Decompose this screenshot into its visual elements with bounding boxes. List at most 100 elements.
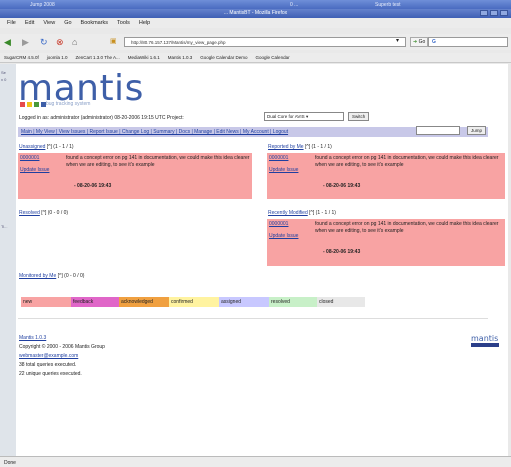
footer: Mantis 1.0.3 Copyright © 2000 - 2006 Man… [19, 334, 105, 379]
logo-dot [27, 102, 32, 107]
menu-go[interactable]: Go [64, 20, 71, 26]
monitored-count: [^] (0 - 0 / 0) [57, 273, 85, 279]
desktop-left-edge: Se x 0 Ti... [0, 64, 16, 456]
legend-new: new [21, 297, 71, 307]
bookmark-item[interactable]: ZenCart 1.3.0 The A... [76, 55, 120, 60]
logo-tagline: bug tracking system [46, 101, 91, 107]
modified-count: [^] (1 - 1 / 1) [309, 210, 336, 216]
jump-button[interactable]: Jump [467, 126, 487, 135]
queries-executed: 38 total queries executed. [19, 362, 77, 368]
webmaster-email-link[interactable]: webmaster@example.com [19, 352, 105, 361]
logo-dot [20, 102, 25, 107]
edge-text: Se [1, 70, 6, 75]
project-select[interactable]: Dual Core for AVIS ▾ [264, 112, 344, 121]
maximize-icon[interactable] [490, 10, 498, 16]
bookmark-item[interactable]: MediaWiki 1.6.1 [128, 55, 160, 60]
monitored-title[interactable]: Monitored by Me [19, 273, 56, 279]
menu-bookmarks[interactable]: Bookmarks [81, 20, 109, 26]
menu-file[interactable]: File [7, 20, 16, 26]
reported-count: [^] (1 - 1 / 1) [304, 144, 332, 150]
login-info: Logged in as: administrator (administrat… [19, 115, 184, 121]
footer-divider [18, 318, 488, 319]
mantis-footer-logo[interactable]: mantis [471, 334, 499, 348]
nav-links[interactable]: Main | My View | View Issues | Report Is… [21, 129, 288, 135]
update-issue-link[interactable]: Update Issue [269, 233, 298, 239]
status-legend: new feedback acknowledged confirmed assi… [21, 297, 365, 307]
legend-resolved: resolved [269, 297, 317, 307]
window-title: ... MantisBT - Mozilla Firefox [223, 10, 288, 16]
issue-id-link[interactable]: 0000001 [269, 221, 288, 227]
issue-id-link[interactable]: 0000001 [269, 155, 288, 161]
menu-help[interactable]: Help [139, 20, 150, 26]
copyright: Copyright © 2000 - 2006 Mantis Group [19, 344, 105, 350]
status-bar: Done [0, 456, 511, 467]
bookmark-item[interactable]: SugarCRM 4.5.0f [4, 55, 39, 60]
menu-edit[interactable]: Edit [25, 20, 34, 26]
bookmark-item[interactable]: joomla 1.0 [47, 55, 68, 60]
resolved-header: Resolved [^] (0 - 0 / 0) [19, 210, 68, 216]
url-dropdown-icon[interactable]: ▾ [396, 37, 399, 44]
footer-logo-word: mantis [471, 334, 499, 343]
go-label: Go [418, 39, 426, 45]
unassigned-issue-row: 0000001 Update Issue found a concept err… [18, 153, 252, 199]
issue-date: - 08-20-06 19:43 [74, 183, 112, 189]
monitored-header: Monitored by Me [^] (0 - 0 / 0) [19, 273, 84, 279]
stop-icon[interactable]: ⊗ [56, 37, 64, 47]
bookmark-item[interactable]: Mantis 1.0.3 [168, 55, 193, 60]
issue-summary[interactable]: found a concept error on pg 141 in docum… [315, 221, 501, 235]
page-content: mantis bug tracking system Logged in as:… [16, 64, 508, 456]
reported-issue-row: 0000001 Update Issue found a concept err… [267, 153, 505, 199]
close-icon[interactable] [500, 10, 508, 16]
issue-date: - 08-20-06 19:43 [323, 249, 361, 255]
unique-queries: 22 unique queries executed. [19, 371, 82, 377]
previous-window-strip: Jump 2008 0 ... Superb test [0, 0, 511, 9]
back-icon[interactable]: ◀ [4, 37, 11, 47]
minimize-icon[interactable] [480, 10, 488, 16]
status-text: Done [4, 460, 16, 466]
modified-title[interactable]: Recently Modified [268, 210, 308, 216]
page-icon: ▣ [110, 38, 117, 45]
home-icon[interactable]: ⌂ [72, 37, 77, 47]
switch-button[interactable]: Switch [348, 112, 370, 121]
logo-dots [20, 102, 46, 107]
prev-strip-item: Jump 2008 [30, 2, 55, 8]
reported-header: Reported by Me [^] (1 - 1 / 1) [268, 144, 332, 150]
update-issue-link[interactable]: Update Issue [269, 167, 298, 173]
reload-icon[interactable]: ↻ [40, 37, 48, 47]
go-button[interactable]: ➜ Go [410, 37, 429, 47]
google-icon: G [432, 39, 436, 45]
edge-text: Ti... [1, 224, 8, 229]
search-input[interactable]: G [428, 37, 508, 47]
update-issue-link[interactable]: Update Issue [20, 167, 49, 173]
legend-acknowledged: acknowledged [119, 297, 169, 307]
edge-text: x 0 [1, 77, 7, 82]
reported-title[interactable]: Reported by Me [268, 144, 304, 150]
go-arrow-icon: ➜ [413, 39, 418, 45]
issue-summary[interactable]: found a concept error on pg 141 in docum… [66, 155, 250, 169]
jump-issue-input[interactable] [416, 126, 460, 135]
forward-icon[interactable]: ▶ [22, 37, 29, 47]
issue-summary[interactable]: found a concept error on pg 141 in docum… [315, 155, 501, 169]
window-title-bar[interactable]: ... MantisBT - Mozilla Firefox [0, 9, 511, 18]
unassigned-title[interactable]: Unassigned [19, 144, 45, 150]
unassigned-header: Unassigned [^] (1 - 1 / 1) [19, 144, 74, 150]
issue-date: - 08-20-06 19:43 [323, 183, 361, 189]
resolved-title[interactable]: Resolved [19, 210, 40, 216]
resolved-count: [^] (0 - 0 / 0) [41, 210, 69, 216]
issue-id-link[interactable]: 0000001 [20, 155, 39, 161]
prev-strip-item: 0 ... [290, 2, 299, 8]
legend-feedback: feedback [71, 297, 119, 307]
url-input[interactable]: http://80.76.157.137/Mantis/my_view_page… [124, 37, 406, 47]
legend-closed: closed [317, 297, 365, 307]
menu-view[interactable]: View [43, 20, 55, 26]
project-select-value: Dual Core for AVIS [267, 114, 305, 119]
menu-tools[interactable]: Tools [117, 20, 130, 26]
modified-issue-row: 0000001 Update Issue found a concept err… [267, 219, 505, 266]
prev-strip-item: Superb test [375, 2, 401, 8]
mantis-version-link[interactable]: Mantis 1.0.3 [19, 334, 105, 343]
legend-assigned: assigned [219, 297, 269, 307]
logo-dot [34, 102, 39, 107]
bookmark-item[interactable]: Google Calendar [256, 55, 290, 60]
bookmark-item[interactable]: Google Calendar Demo [200, 55, 247, 60]
window-controls [480, 10, 508, 16]
